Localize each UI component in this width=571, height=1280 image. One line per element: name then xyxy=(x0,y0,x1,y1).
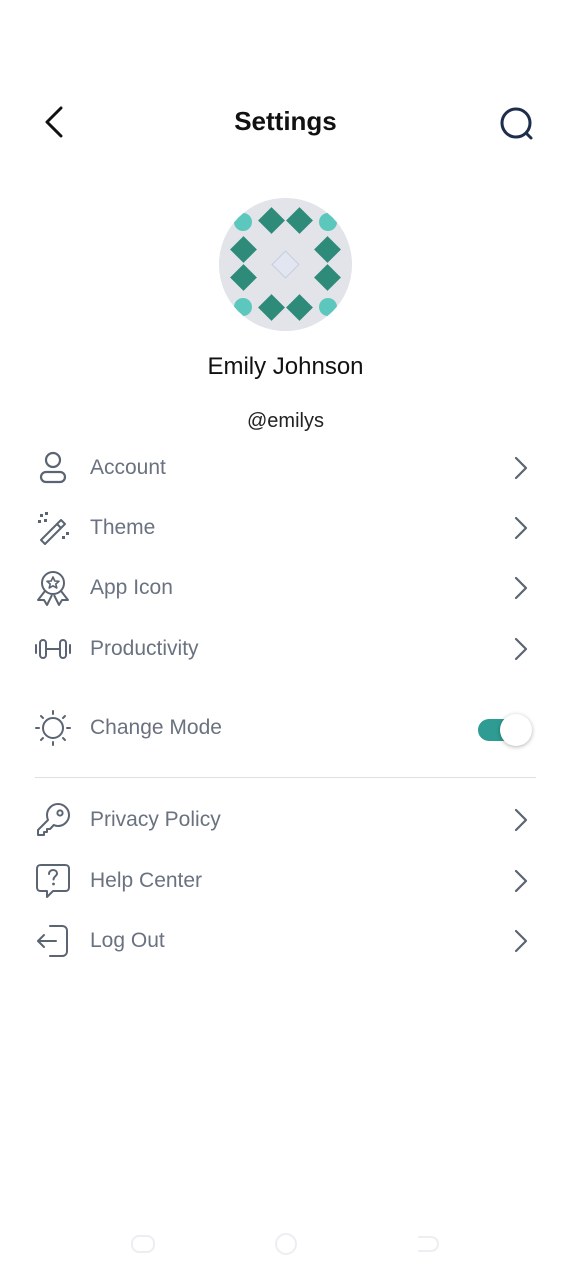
identicon-avatar xyxy=(219,198,352,331)
question-chat-icon xyxy=(34,863,72,899)
menu-item-log-out[interactable]: Log Out xyxy=(0,915,571,967)
chevron-right-icon xyxy=(509,808,533,832)
section-divider xyxy=(35,777,536,778)
menu-item-privacy-policy[interactable]: Privacy Policy xyxy=(0,794,571,846)
home-button[interactable] xyxy=(272,1232,300,1256)
menu-item-change-mode: Change Mode xyxy=(0,702,571,754)
search-icon xyxy=(500,107,533,140)
menu-item-account[interactable]: Account xyxy=(0,442,571,494)
menu-item-theme[interactable]: Theme xyxy=(0,502,571,554)
logout-icon xyxy=(34,923,72,959)
menu-item-help-center[interactable]: Help Center xyxy=(0,855,571,907)
menu-label-theme: Theme xyxy=(90,516,156,539)
chevron-right-icon xyxy=(509,576,533,600)
chevron-right-icon xyxy=(509,456,533,480)
search-button[interactable] xyxy=(495,102,539,146)
user-icon xyxy=(34,450,72,486)
app-header: Settings xyxy=(0,90,571,156)
profile-name: Emily Johnson xyxy=(207,353,364,380)
toggle-knob xyxy=(500,714,532,746)
sun-icon xyxy=(34,710,72,746)
back-nav-button[interactable] xyxy=(414,1232,442,1256)
chevron-right-icon xyxy=(509,869,533,893)
key-icon xyxy=(34,802,72,838)
menu-item-productivity[interactable]: Productivity xyxy=(0,623,571,675)
change-mode-toggle[interactable] xyxy=(478,714,532,746)
chevron-right-icon xyxy=(509,637,533,661)
menu-item-app-icon[interactable]: App Icon xyxy=(0,562,571,614)
chevron-right-icon xyxy=(509,929,533,953)
menu-label-account: Account xyxy=(90,456,166,479)
menu-label-app-icon: App Icon xyxy=(90,576,173,599)
page-title: Settings xyxy=(234,106,337,136)
profile-handle: @emilys xyxy=(247,410,324,432)
menu-label-change-mode: Change Mode xyxy=(90,716,222,739)
menu-label-log-out: Log Out xyxy=(90,929,165,952)
dumbbell-icon xyxy=(34,631,72,667)
menu-label-privacy-policy: Privacy Policy xyxy=(90,808,221,831)
avatar[interactable] xyxy=(219,198,352,331)
chevron-right-icon xyxy=(509,516,533,540)
badge-award-icon xyxy=(34,570,72,606)
menu-label-help-center: Help Center xyxy=(90,869,203,892)
settings-screen: Settings Emily Johnson @emilys Account T… xyxy=(0,0,571,1280)
back-nav-icon xyxy=(418,1236,440,1252)
system-nav-bar xyxy=(0,1228,571,1260)
home-icon xyxy=(275,1233,297,1255)
recents-button[interactable] xyxy=(129,1232,157,1256)
recents-icon xyxy=(131,1235,155,1253)
menu-label-productivity: Productivity xyxy=(90,637,199,660)
magic-wand-icon xyxy=(34,510,72,546)
